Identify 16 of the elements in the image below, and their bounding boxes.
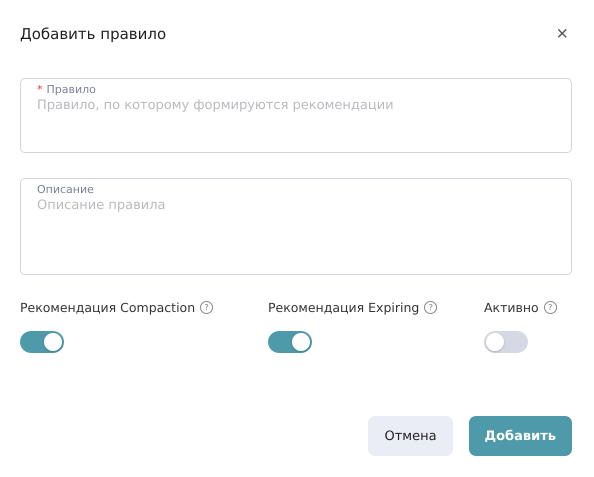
required-mark: * <box>37 83 42 96</box>
dialog-button[interactable]: Отмена <box>368 416 453 456</box>
help-icon[interactable]: ? <box>200 301 214 314</box>
field-label: Правило <box>46 83 96 96</box>
dialog-title: Добавить правило <box>20 25 166 43</box>
toggle-switch[interactable] <box>484 331 528 353</box>
dialog-button[interactable]: Добавить <box>468 416 572 456</box>
help-icon[interactable]: ? <box>544 301 557 314</box>
field-label: Описание <box>37 183 94 196</box>
switch-label: Рекомендация Expiring <box>268 300 420 315</box>
toggle-switch[interactable] <box>20 331 64 353</box>
close-button[interactable]: × <box>552 24 572 44</box>
help-icon[interactable]: ? <box>424 301 438 314</box>
switch-label: Активно <box>484 300 539 315</box>
toggle-switch[interactable] <box>268 331 312 353</box>
switch-label: Рекомендация Compaction <box>20 300 196 315</box>
